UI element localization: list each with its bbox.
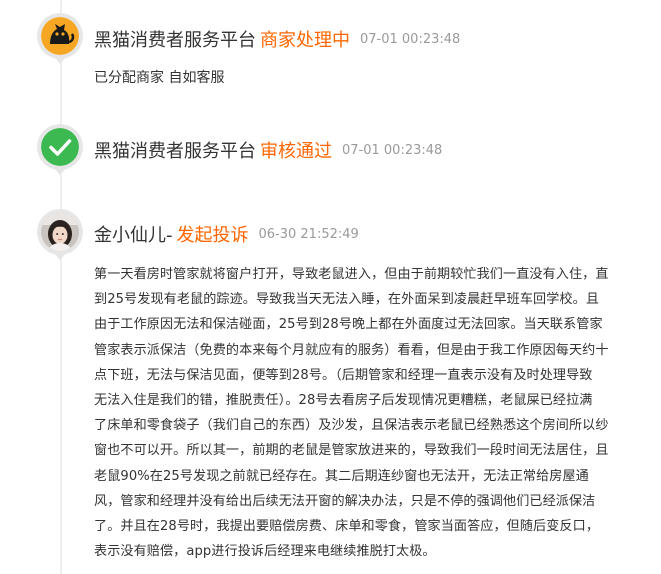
complaint-line: 了床单和零食袋子（我们自己的东西）及沙发，且保洁表示老鼠已经熟悉这个房间所以纱 (94, 418, 609, 434)
avatar (38, 210, 82, 260)
complaint-line: 表示没有赔偿，app进行投诉后经理来电继续推脱打太极。 (94, 544, 436, 560)
timestamp: 07-01 00:23:48 (342, 142, 443, 158)
complaint-line: 管家表示派保洁（免费的本来每个月就应有的服务）看看，但是由于我工作原因每天约十 (94, 342, 609, 358)
complaint-text: 第一天看房时管家就将窗户打开，导致老鼠进入，但由于前期较忙我们一直没有入住，直 … (94, 262, 642, 564)
timeline-line (60, 0, 62, 574)
timestamp: 07-01 00:23:48 (360, 31, 461, 47)
avatar (38, 125, 82, 175)
complaint-line: 无法入住是我们的错，推脱责任）。28号去看房子后发现情况更糟糕，老鼠屎已经拉满 (94, 393, 593, 409)
sender-name: 金小仙儿- (94, 225, 173, 246)
complaint-line: 风，管家和经理并没有给出后续无法开窗的解决办法，只是不停的强调他们已经派保洁 (94, 493, 596, 509)
event-description: 已分配商家 自如客服 (94, 70, 225, 86)
complaint-line: 老鼠90%在25号发现之前就已经存在。其二后期连纱窗也无法开，无法正常给房屋通 (94, 468, 589, 484)
status-label: 发起投诉 (176, 225, 249, 246)
black-cat-logo-icon (41, 17, 79, 55)
complaint-line: 窗也不可以开。所以其一，前期的老鼠是管家放进来的，导致我们一段时间无法居住，且 (94, 443, 609, 459)
timestamp: 06-30 21:52:49 (258, 226, 359, 242)
complaint-line: 点下班，无法与保洁见面，便等到28号。（后期管家和经理一直表示没有及时处理导致 (94, 367, 593, 383)
sender-name: 黑猫消费者服务平台 (94, 141, 256, 162)
check-circle-icon (41, 128, 79, 166)
event-header: 黑猫消费者服务平台 商家处理中 07-01 00:23:48 (94, 26, 460, 52)
complaint-line: 第一天看房时管家就将窗户打开，导致老鼠进入，但由于前期较忙我们一直没有入住，直 (94, 267, 609, 282)
event-header: 黑猫消费者服务平台 审核通过 07-01 00:23:48 (94, 137, 442, 163)
status-label: 审核通过 (260, 141, 332, 162)
sender-name: 黑猫消费者服务平台 (94, 30, 256, 51)
user-avatar (41, 213, 79, 251)
complaint-line: 由于工作原因无法和保洁碰面，25号到28号晚上都在外面度过无法回家。当天联系管家 (94, 317, 603, 333)
event-header: 金小仙儿- 发起投诉 06-30 21:52:49 (94, 221, 359, 247)
complaint-line: 了。并且在28号时，我提出要赔偿房费、床单和零食，管家当面答应，但随后变反口， (94, 519, 600, 535)
status-label: 商家处理中 (260, 30, 350, 51)
avatar (38, 14, 82, 64)
complaint-line: 到25号发现有老鼠的踪迹。导致我当天无法入睡，在外面呆到凌晨赶早班车回学校。且 (94, 292, 600, 308)
